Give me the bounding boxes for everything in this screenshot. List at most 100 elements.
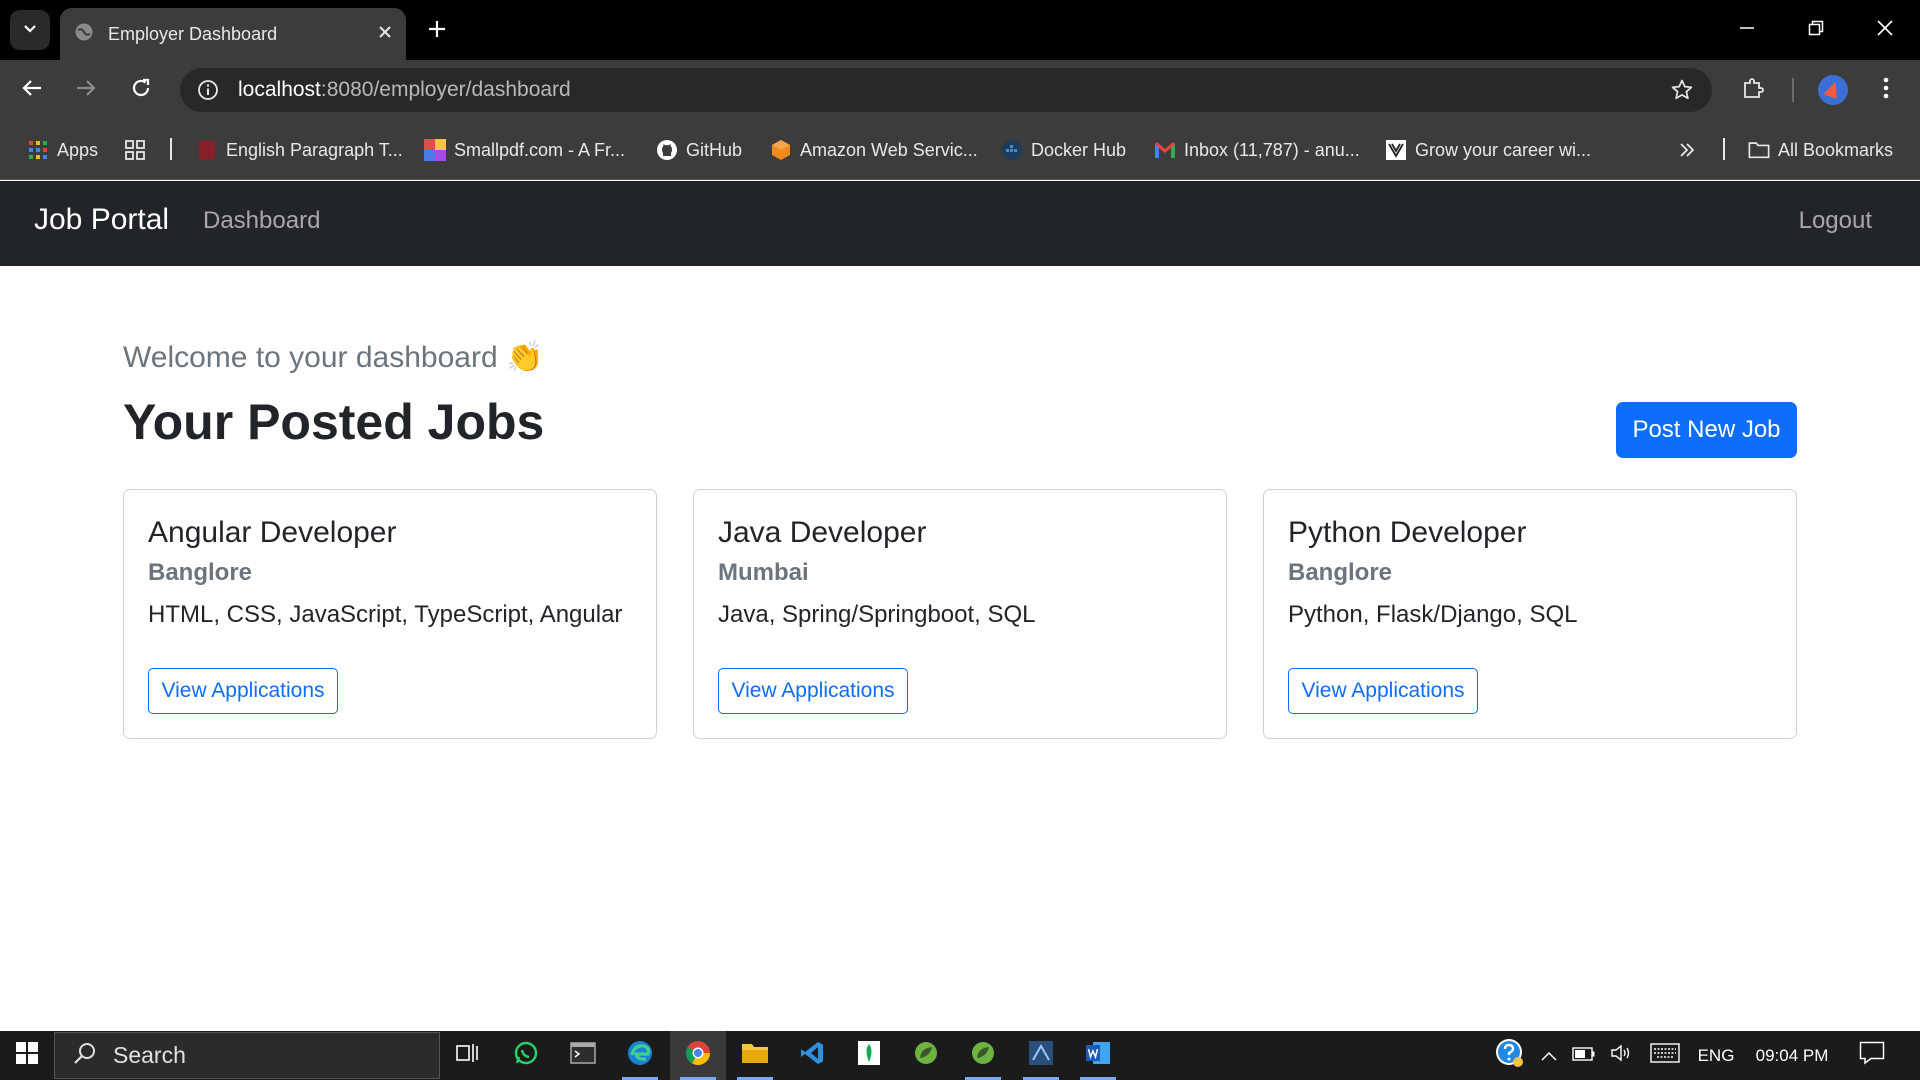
bookmark-label: Amazon Web Servic... — [800, 139, 978, 160]
taskbar-chrome[interactable] — [670, 1031, 726, 1080]
taskbar-mongodb[interactable] — [841, 1031, 897, 1080]
extensions-button[interactable] — [1733, 70, 1773, 110]
taskbar-file-explorer[interactable] — [727, 1031, 783, 1080]
task-view-button[interactable] — [440, 1031, 496, 1080]
restore-button[interactable] — [1794, 12, 1838, 48]
search-icon — [73, 1041, 97, 1070]
minimize-button[interactable] — [1725, 12, 1769, 48]
tray-clock[interactable]: 09:04 PM — [1748, 1031, 1836, 1080]
browser-menu-button[interactable] — [1866, 70, 1906, 110]
tray-language[interactable]: ENG — [1694, 1031, 1738, 1080]
profile-button[interactable] — [1813, 70, 1853, 110]
page-title: Your Posted Jobs — [123, 394, 545, 450]
bookmarks-overflow-button[interactable] — [1676, 132, 1706, 168]
tray-overflow-button[interactable] — [1534, 1031, 1564, 1080]
view-applications-button[interactable]: View Applications — [148, 668, 338, 714]
taskbar-terminal[interactable] — [555, 1031, 611, 1080]
taskbar-spring-tool[interactable] — [898, 1031, 954, 1080]
url-host: localhost — [238, 78, 321, 101]
task-view-icon — [455, 1042, 481, 1069]
job-card: Angular Developer Banglore HTML, CSS, Ja… — [123, 489, 657, 739]
bookmark-aws[interactable]: Amazon Web Servic... — [770, 132, 978, 168]
tray-notifications[interactable] — [1850, 1031, 1894, 1080]
navbar-brand[interactable]: Job Portal — [34, 203, 169, 237]
speaker-icon — [1610, 1043, 1634, 1068]
chevron-down-icon — [22, 20, 38, 41]
forward-button[interactable] — [66, 70, 106, 110]
mongodb-icon — [857, 1040, 881, 1071]
tray-help[interactable] — [1488, 1031, 1532, 1080]
job-title: Python Developer — [1288, 516, 1527, 549]
tab-search-button[interactable] — [10, 10, 50, 50]
back-button[interactable] — [12, 70, 52, 110]
keyboard-icon — [1650, 1043, 1680, 1068]
vscode-icon — [799, 1040, 825, 1071]
close-icon — [1877, 19, 1893, 41]
welcome-text: Welcome to your dashboard 👏 — [123, 341, 544, 374]
bookmark-github[interactable]: GitHub — [656, 132, 742, 168]
job-skills: Python, Flask/Django, SQL — [1288, 601, 1578, 628]
view-applications-button[interactable]: View Applications — [718, 668, 908, 714]
taskbar-vscode[interactable] — [784, 1031, 840, 1080]
reload-icon — [130, 77, 152, 104]
job-card: Java Developer Mumbai Java, Spring/Sprin… — [693, 489, 1227, 739]
notification-icon — [1859, 1041, 1885, 1070]
plus-icon — [428, 20, 446, 43]
docker-icon — [1001, 139, 1023, 161]
bookmark-divider — [170, 138, 172, 160]
all-bookmarks-label: All Bookmarks — [1778, 139, 1894, 160]
windows-taskbar: Search ENG 09:04 PM — [0, 1031, 1920, 1080]
bookmark-label: GitHub — [686, 139, 743, 160]
nav-link-dashboard[interactable]: Dashboard — [203, 207, 320, 235]
bookmark-star-icon[interactable] — [1668, 76, 1696, 104]
bookmark-gmail[interactable]: Inbox (11,787) - anu... — [1154, 132, 1360, 168]
post-new-job-button[interactable]: Post New Job — [1616, 402, 1797, 458]
taskbar-sql-developer[interactable] — [1013, 1031, 1069, 1080]
start-button[interactable] — [0, 1031, 54, 1080]
taskbar-search[interactable]: Search — [54, 1032, 440, 1079]
job-title: Angular Developer — [148, 516, 397, 549]
view-applications-button[interactable]: View Applications — [1288, 668, 1478, 714]
battery-icon — [1572, 1046, 1596, 1066]
close-window-button[interactable] — [1863, 12, 1907, 48]
tab-groups-icon — [124, 139, 146, 161]
apps-grid-icon — [27, 139, 49, 161]
tab-groups-button[interactable] — [124, 132, 154, 168]
app-navbar: Job Portal Dashboard Logout — [0, 181, 1920, 266]
bookmark-label: Docker Hub — [1031, 139, 1127, 160]
job-skills: Java, Spring/Springboot, SQL — [718, 601, 1036, 628]
taskbar-word[interactable] — [1070, 1031, 1126, 1080]
tray-battery[interactable] — [1566, 1031, 1602, 1080]
bookmark-label: Smallpdf.com - A Fr... — [454, 139, 626, 160]
bookmark-docker-hub[interactable]: Docker Hub — [1001, 132, 1126, 168]
toolbar-divider — [1792, 78, 1794, 102]
taskbar-spring-tool-2[interactable] — [955, 1031, 1011, 1080]
puzzle-icon — [1741, 76, 1765, 105]
bookmark-smallpdf[interactable]: Smallpdf.com - A Fr... — [424, 132, 625, 168]
tray-keyboard[interactable] — [1645, 1031, 1685, 1080]
nav-link-logout[interactable]: Logout — [1799, 207, 1872, 235]
career-icon — [1385, 139, 1407, 161]
job-title: Java Developer — [718, 516, 927, 549]
bookmark-english-paragraph[interactable]: English Paragraph T... — [196, 132, 403, 168]
tray-volume[interactable] — [1604, 1031, 1640, 1080]
close-tab-icon[interactable] — [378, 25, 392, 44]
taskbar-edge[interactable] — [612, 1031, 668, 1080]
address-bar[interactable]: localhost:8080/employer/dashboard — [180, 68, 1712, 112]
avatar — [1818, 75, 1848, 105]
reload-button[interactable] — [121, 70, 161, 110]
site-info-icon[interactable] — [186, 68, 230, 112]
smallpdf-icon — [424, 139, 446, 161]
chevron-up-icon — [1541, 1046, 1557, 1066]
new-tab-button[interactable] — [420, 14, 454, 48]
bookmark-career[interactable]: Grow your career wi... — [1385, 132, 1591, 168]
chrome-icon — [684, 1039, 712, 1072]
bookmark-label: Grow your career wi... — [1415, 139, 1592, 160]
windows-logo-icon — [16, 1042, 38, 1069]
all-bookmarks-button[interactable]: All Bookmarks — [1748, 132, 1893, 168]
bookmark-apps[interactable]: Apps — [27, 132, 98, 168]
whatsapp-icon — [513, 1040, 539, 1071]
help-icon — [1494, 1037, 1526, 1074]
taskbar-whatsapp[interactable] — [498, 1031, 554, 1080]
tab-employer-dashboard[interactable]: Employer Dashboard — [60, 8, 406, 60]
